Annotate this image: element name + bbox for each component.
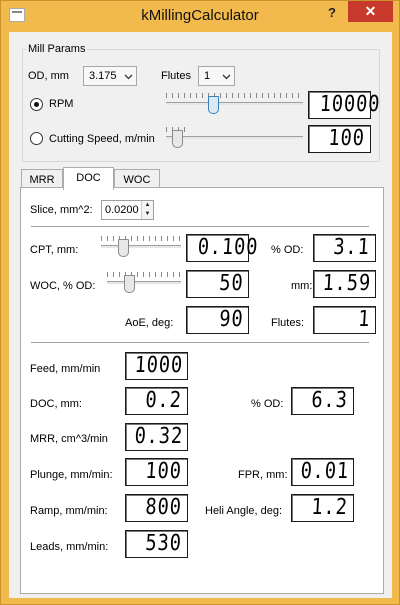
mill-params-label: Mill Params — [26, 43, 88, 55]
flutes-label: Flutes — [161, 70, 191, 82]
cpt-pct-display: 3.1 — [313, 234, 376, 262]
cutting-speed-slider[interactable] — [166, 127, 303, 149]
cpt-slider[interactable] — [101, 236, 181, 258]
fpr-label: FPR, mm: — [238, 469, 288, 481]
plunge-label: Plunge, mm/min: — [30, 469, 113, 481]
flutes-combo[interactable]: 1 — [198, 66, 235, 86]
flutes-count-label: Flutes: — [271, 317, 305, 329]
doc-display: 0.2 — [125, 387, 188, 415]
separator — [31, 342, 369, 343]
doc-label: DOC, mm: — [30, 398, 82, 410]
rpm-label: RPM — [49, 98, 74, 110]
heli-angle-display: 1.2 — [291, 494, 354, 522]
chevron-down-icon — [222, 74, 231, 80]
od-value: 3.175 — [89, 70, 117, 82]
slider-ticks — [101, 236, 181, 241]
woc-slider-handle[interactable] — [124, 275, 135, 293]
flutes-value: 1 — [204, 70, 211, 82]
app-window: kMillingCalculator ? ✕ Mill Params OD, m… — [0, 0, 400, 605]
leads-label: Leads, mm/min: — [30, 541, 109, 553]
flutes-count-display: 1 — [313, 306, 376, 334]
mrr-label: MRR, cm^3/min — [30, 433, 108, 445]
cpt-pct-label: % OD: — [271, 244, 304, 256]
aoe-display: 90 — [186, 306, 249, 334]
title-bar[interactable]: kMillingCalculator ? ✕ — [1, 1, 399, 31]
slider-ticks — [107, 272, 181, 277]
doc-pct-label: % OD: — [251, 398, 284, 410]
od-combo[interactable]: 3.175 — [83, 66, 137, 86]
feed-display: 1000 — [125, 352, 188, 380]
cutting-speed-slider-handle[interactable] — [172, 130, 183, 148]
mrr-display: 0.32 — [125, 423, 188, 451]
cpt-slider-handle[interactable] — [118, 239, 129, 257]
fpr-display: 0.01 — [291, 458, 354, 486]
slider-groove — [166, 136, 303, 139]
help-icon[interactable]: ? — [319, 3, 345, 23]
close-icon[interactable]: ✕ — [348, 1, 393, 22]
feed-label: Feed, mm/min — [30, 363, 101, 375]
rpm-slider[interactable] — [166, 93, 303, 115]
od-label: OD, mm — [28, 70, 69, 82]
cutting-speed-radio[interactable] — [30, 132, 43, 145]
ramp-label: Ramp, mm/min: — [30, 505, 108, 517]
leads-display: 530 — [125, 530, 188, 558]
client-area: Mill Params OD, mm 3.175 Flutes 1 RPM 10… — [9, 32, 392, 598]
slice-value: 0.0200 — [105, 204, 139, 216]
rpm-slider-handle[interactable] — [208, 96, 219, 114]
ramp-display: 800 — [125, 494, 188, 522]
aoe-label: AoE, deg: — [125, 317, 174, 329]
chevron-down-icon — [124, 74, 133, 80]
slice-spinbox[interactable]: 0.0200 ▲ ▼ — [101, 200, 154, 220]
woc-slider[interactable] — [107, 272, 181, 294]
slider-ticks — [166, 93, 303, 98]
cpt-label: CPT, mm: — [30, 244, 79, 256]
cutting-speed-display: 100 — [308, 125, 371, 153]
tab-doc[interactable]: DOC — [63, 167, 114, 190]
doc-pct-display: 6.3 — [291, 387, 354, 415]
doc-tab-panel: Slice, mm^2: 0.0200 ▲ ▼ CPT, mm: 0.100 % … — [20, 187, 384, 594]
woc-mm-label: mm: — [291, 280, 313, 292]
woc-label: WOC, % OD: — [30, 280, 96, 292]
spin-arrows-icon[interactable]: ▲ ▼ — [141, 201, 153, 219]
heli-angle-label: Heli Angle, deg: — [205, 505, 283, 517]
woc-mm-display: 1.59 — [313, 270, 376, 298]
slider-groove — [101, 245, 181, 248]
cutting-speed-label: Cutting Speed, m/min — [49, 133, 155, 145]
slice-label: Slice, mm^2: — [30, 204, 93, 216]
slider-groove — [107, 281, 181, 284]
separator — [31, 226, 369, 227]
slider-groove — [166, 102, 303, 105]
woc-display: 50 — [186, 270, 249, 298]
rpm-display: 10000 — [308, 91, 381, 119]
cpt-display: 0.100 — [186, 234, 259, 262]
plunge-display: 100 — [125, 458, 188, 486]
rpm-radio[interactable] — [30, 98, 43, 111]
